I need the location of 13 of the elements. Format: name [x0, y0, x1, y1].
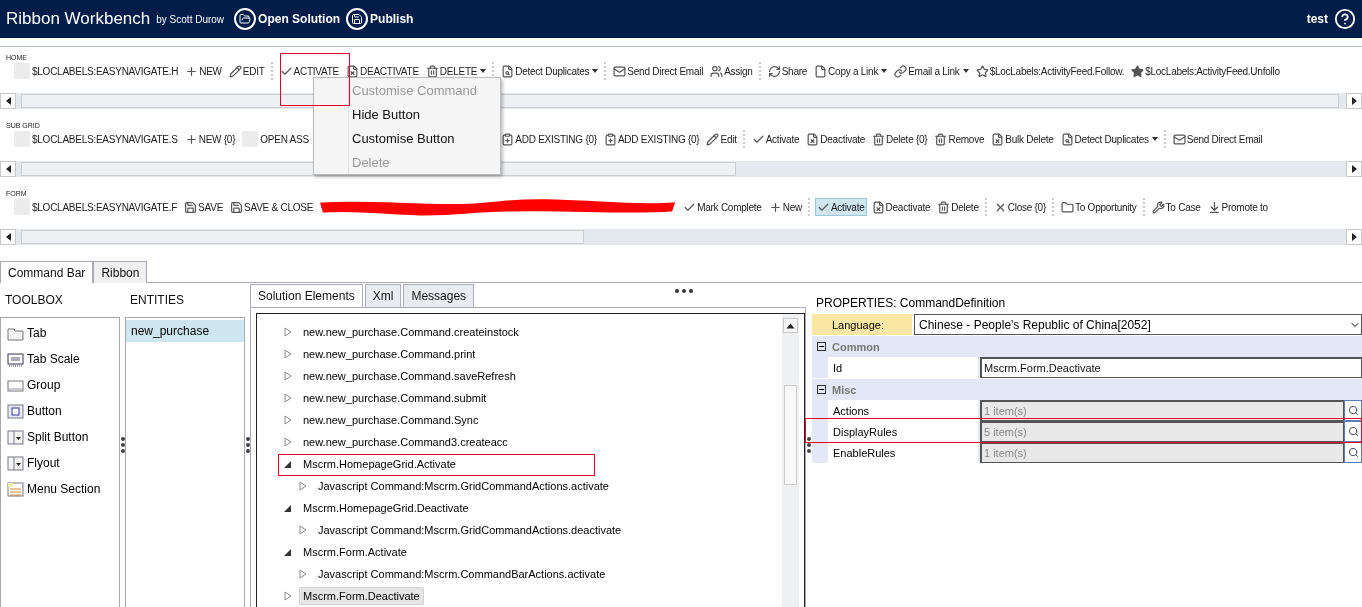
panel-title: PROPERTIES: CommandDefinition — [815, 295, 1007, 310]
user-name: test — [1306, 12, 1328, 26]
property-name: EnableRules — [828, 442, 978, 463]
property-name: Actions — [828, 400, 978, 421]
panel-title: ENTITIES — [129, 292, 185, 309]
property-name: DisplayRules — [828, 421, 978, 442]
app-byline: by Scott Durow — [156, 13, 225, 25]
category-label: Misc — [832, 383, 857, 396]
app-title: Ribbon Workbench — [6, 9, 151, 29]
property-name: Id — [828, 357, 978, 378]
language-label: Language: — [812, 314, 912, 335]
panel-title: TOOLBOX — [4, 292, 64, 309]
category-label: Common — [832, 340, 880, 353]
